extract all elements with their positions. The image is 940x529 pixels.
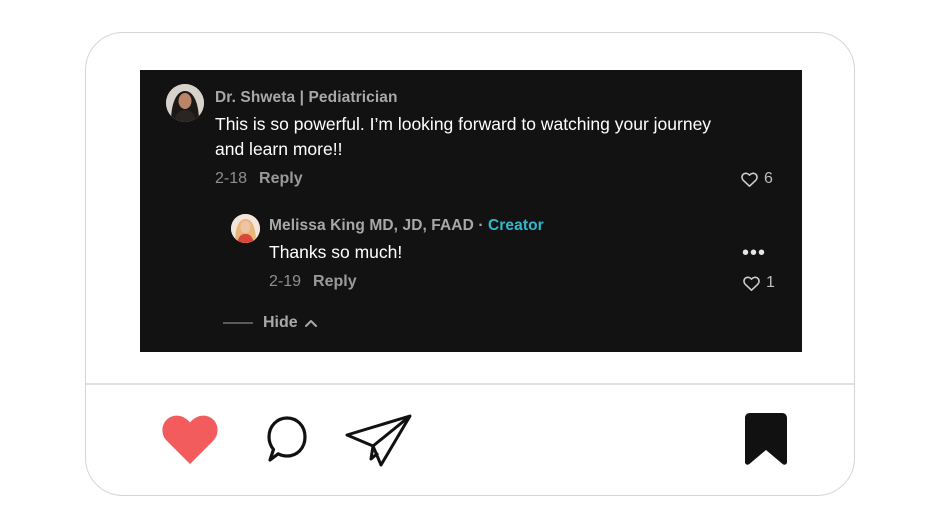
comment-screenshot: Dr. Shweta | Pediatrician This is so pow… [140, 70, 802, 352]
avatar-portrait-icon [166, 84, 204, 122]
avatar[interactable] [231, 214, 260, 243]
reply-date: 2-19 [269, 273, 302, 290]
avatar-portrait-icon [231, 214, 260, 243]
chevron-up-icon [304, 319, 317, 327]
post-card: Dr. Shweta | Pediatrician This is so pow… [85, 32, 855, 496]
reply-author: Melissa King MD, JD, FAAD · Creator [269, 217, 544, 235]
reply-meta: 2-19 Reply [269, 273, 357, 291]
more-options-button[interactable]: ••• [742, 243, 766, 263]
comment-meta: 2-18 Reply [215, 170, 303, 188]
comment-like-button[interactable]: 6 [741, 170, 773, 188]
share-button[interactable] [344, 413, 414, 474]
bookmark-icon [745, 413, 787, 465]
separator-dot: · [473, 217, 488, 234]
reply-text: Thanks so much! [269, 242, 403, 262]
reply-button[interactable]: Reply [313, 273, 357, 290]
heart-filled-icon [162, 415, 218, 464]
speech-bubble-icon [267, 416, 307, 462]
comment-button[interactable] [259, 411, 315, 472]
action-bar-divider [86, 383, 854, 385]
reply-button[interactable]: Reply [259, 170, 303, 187]
heart-outline-icon [741, 172, 758, 187]
hide-replies-button[interactable]: Hide [223, 314, 317, 332]
reply-author-name[interactable]: Melissa King MD, JD, FAAD [269, 217, 474, 234]
comment-author[interactable]: Dr. Shweta | Pediatrician [215, 89, 398, 107]
reply-like-button[interactable]: 1 [743, 274, 775, 292]
comment-text: This is so powerful. I’m looking forward… [215, 114, 712, 159]
paper-plane-icon [345, 414, 412, 467]
creator-badge: Creator [487, 217, 544, 234]
divider-line [223, 322, 253, 324]
like-count: 1 [766, 274, 775, 291]
like-count: 6 [764, 170, 773, 187]
like-button[interactable] [160, 412, 220, 471]
comment-date: 2-18 [215, 170, 248, 187]
heart-outline-icon [743, 276, 760, 291]
save-button[interactable] [741, 412, 791, 471]
hide-label: Hide [263, 314, 298, 331]
avatar[interactable] [166, 84, 204, 122]
